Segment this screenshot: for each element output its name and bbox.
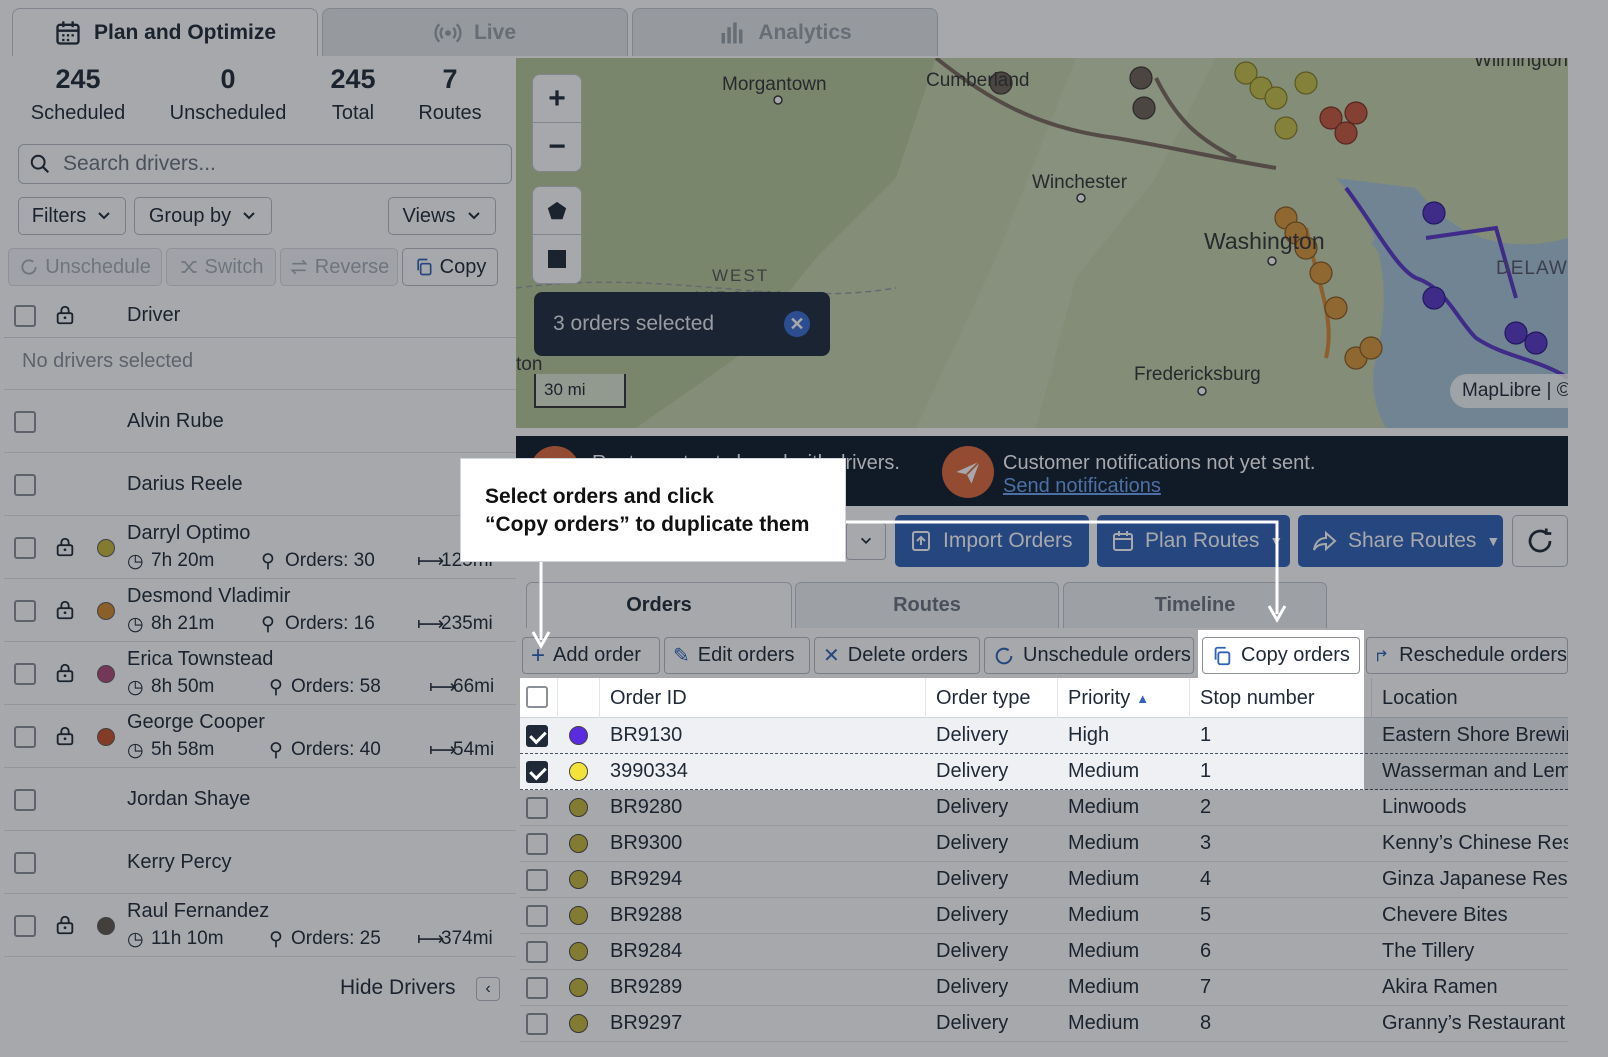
callout-arrows xyxy=(531,520,1287,650)
